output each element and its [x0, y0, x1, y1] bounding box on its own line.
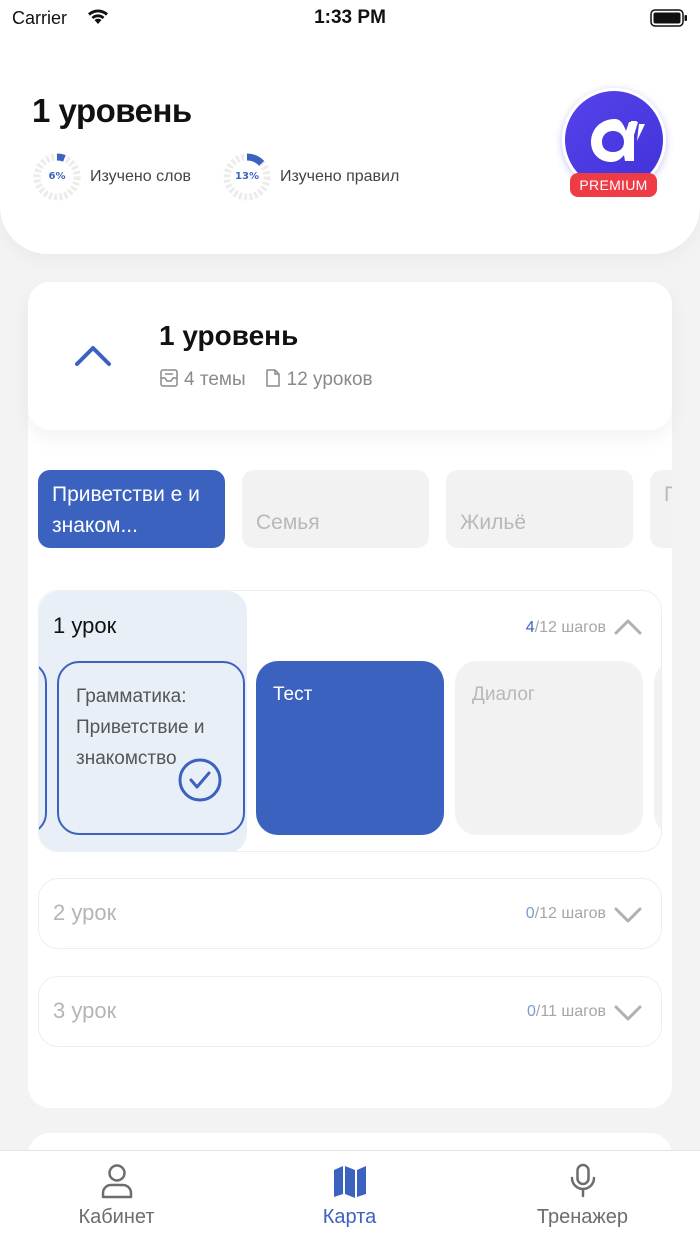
- steps-total: /11 шагов: [535, 1003, 606, 1020]
- status-bar: Carrier 1:33 PM: [0, 0, 700, 36]
- clock: 1:33 PM: [314, 7, 386, 28]
- topic-greetings[interactable]: Приветстви е и знаком...: [38, 470, 225, 548]
- tab-map[interactable]: Карта: [233, 1151, 466, 1244]
- steps-total: /12 шагов: [534, 905, 606, 922]
- tab-label: Тренажер: [536, 1206, 629, 1228]
- page-title: 1 уровень: [32, 92, 192, 129]
- lesson-1[interactable]: 1 урок 4/12 шагов Грамматика: Приветстви…: [38, 590, 662, 852]
- step-card-grammar[interactable]: Грамматика: Приветствие и знакомство: [57, 661, 245, 835]
- steps-done: 0: [526, 1003, 536, 1020]
- person-icon: [0, 1163, 233, 1199]
- tab-trainer[interactable]: Тренажер: [466, 1151, 699, 1244]
- chevron-down-icon[interactable]: [613, 905, 643, 929]
- chevron-down-icon[interactable]: [613, 1003, 643, 1027]
- tab-label: Карта: [322, 1206, 377, 1228]
- words-progress-ring: 6%: [32, 152, 82, 202]
- tab-bar: Кабинет Карта Тренажер: [0, 1150, 700, 1244]
- rules-percent: 13%: [235, 171, 259, 182]
- level-meta: 4 темы 12 уроков: [159, 368, 373, 391]
- chevron-up-icon[interactable]: [613, 617, 643, 641]
- steps-total: /12 шагов: [534, 619, 606, 636]
- tab-label: Кабинет: [78, 1206, 155, 1228]
- words-progress-label: Изучено слов: [90, 168, 191, 185]
- topic-partial[interactable]: П а: [650, 470, 672, 548]
- rules-progress: 13% Изучено правил: [222, 152, 399, 202]
- themes-icon: [159, 368, 179, 391]
- tab-cabinet[interactable]: Кабинет: [0, 1151, 233, 1244]
- step-card-next[interactable]: [654, 661, 661, 835]
- lesson-title: 1 урок: [53, 613, 117, 638]
- topic-housing[interactable]: Жильё: [446, 470, 633, 548]
- map-icon: [233, 1163, 466, 1199]
- check-circle-icon: [177, 757, 223, 813]
- steps-carousel[interactable]: Грамматика: Приветствие и знакомство Тес…: [39, 661, 661, 837]
- rules-progress-label: Изучено правил: [280, 168, 400, 185]
- lessons-count: 12 уроков: [286, 368, 373, 390]
- lesson-title: 2 урок: [53, 900, 117, 925]
- lesson-steps-count: 0/11 шагов: [527, 1003, 606, 1021]
- lesson-3[interactable]: 3 урок 0/11 шагов: [38, 976, 662, 1047]
- steps-done: 4: [525, 619, 535, 636]
- step-card-test[interactable]: Тест: [256, 661, 444, 835]
- lesson-title: 3 урок: [53, 998, 117, 1023]
- premium-badge: PREMIUM: [570, 173, 657, 197]
- words-percent: 6%: [48, 171, 66, 182]
- battery-icon: [650, 9, 688, 27]
- words-progress: 6% Изучено слов: [32, 152, 191, 202]
- chevron-up-icon[interactable]: [74, 343, 112, 371]
- topics-carousel[interactable]: Приветстви е и знаком... Семья Жильё П а: [38, 470, 672, 548]
- level-header-card[interactable]: [28, 282, 672, 430]
- rules-progress-ring: 13%: [222, 152, 272, 202]
- themes-count: 4 темы: [184, 368, 246, 390]
- document-icon: [264, 368, 282, 391]
- step-card-previous[interactable]: [39, 661, 47, 835]
- microphone-icon: [466, 1163, 699, 1199]
- step-card-dialog[interactable]: Диалог: [455, 661, 643, 835]
- lesson-steps-count: 4/12 шагов: [526, 619, 606, 637]
- level-title: 1 уровень: [159, 320, 299, 351]
- topic-family[interactable]: Семья: [242, 470, 429, 548]
- lesson-steps-count: 0/12 шагов: [526, 905, 606, 923]
- steps-done: 0: [525, 905, 535, 922]
- lesson-2[interactable]: 2 урок 0/12 шагов: [38, 878, 662, 949]
